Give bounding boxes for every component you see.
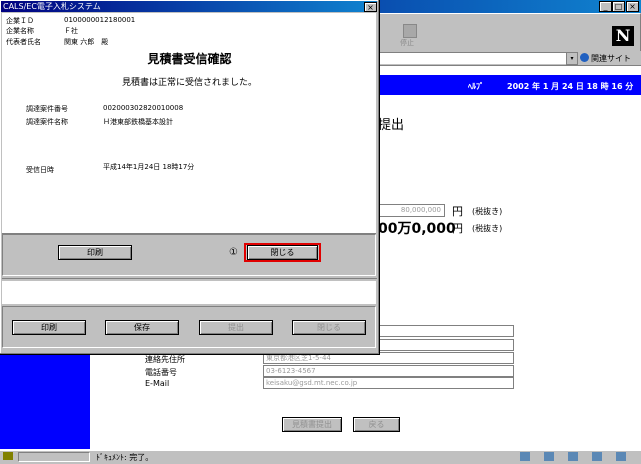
representative-value: 関東 六郎 殿 — [64, 38, 109, 46]
procurement-name-value: Ｈ港東部鉄橋基本設計 — [103, 118, 173, 126]
company-name-value: Ｆ社 — [64, 27, 78, 35]
dialog-divider — [2, 278, 377, 279]
bottom-print-button[interactable]: 印刷 — [12, 320, 86, 335]
left-blue-panel — [0, 353, 90, 449]
maximize-button[interactable]: □ — [612, 1, 625, 12]
contact-phone-field[interactable]: 03-6123-4567 — [263, 365, 514, 377]
company-name-label: 企業名称 — [6, 27, 34, 35]
help-link[interactable]: ﾍﾙﾌﾟ — [468, 81, 484, 92]
stop-label: 停止 — [400, 39, 414, 47]
procurement-number-label: 調達案件番号 — [26, 105, 68, 113]
security-icon[interactable] — [3, 452, 13, 460]
tax-note: (税抜き) — [472, 207, 503, 216]
step-marker: ① — [229, 247, 238, 258]
contact-label-address: 連絡先住所 — [145, 355, 185, 364]
dialog-window: CALS/EC電子入札システム × 企業ＩＤ 0100000012180001 … — [0, 0, 380, 355]
progress-indicator — [18, 452, 90, 462]
procurement-number-value: 002000302820010008 — [103, 104, 184, 112]
company-id-value: 0100000012180001 — [64, 16, 136, 24]
procurement-name-label: 調達案件名称 — [26, 118, 68, 126]
url-input[interactable] — [379, 52, 567, 64]
company-id-label: 企業ＩＤ — [6, 17, 34, 25]
bottom-close-button[interactable]: 閉じる — [292, 320, 366, 335]
browser-close-button[interactable]: × — [626, 1, 639, 12]
minimize-button[interactable]: _ — [599, 1, 612, 12]
amount-total: 00万0,000 — [378, 221, 456, 237]
bottom-save-button[interactable]: 保存 — [105, 320, 179, 335]
print-button[interactable]: 印刷 — [58, 245, 132, 260]
component-bar-icons[interactable] — [520, 452, 638, 461]
dialog-heading: 見積書受信確認 — [147, 52, 232, 66]
received-datetime-value: 平成14年1月24日 18時17分 — [103, 163, 195, 171]
close-button[interactable]: 閉じる — [247, 245, 318, 260]
amount-input[interactable]: 80,000,000 — [378, 204, 445, 217]
contact-label-email: E-Mail — [145, 379, 170, 388]
stop-icon[interactable] — [403, 24, 417, 38]
amount-total-unit: 円 — [452, 222, 463, 235]
header-date: 2002 年 1 月 24 日 18 時 16 分 — [507, 82, 634, 91]
tax-note-2: (税抜き) — [472, 224, 503, 233]
representative-label: 代表者氏名 — [6, 38, 41, 46]
related-sites-link[interactable]: 関連サイト — [591, 53, 631, 64]
dialog-blank-strip — [2, 281, 376, 304]
contact-email-field[interactable]: keisaku@gsd.mt.nec.co.jp — [263, 377, 514, 389]
dialog-message: 見積書は正常に受信されました。 — [121, 78, 257, 88]
page-heading: 提出 — [378, 118, 405, 133]
submit-quote-button[interactable]: 見積書提出 — [282, 417, 342, 432]
dialog-close-button[interactable]: × — [364, 2, 377, 12]
received-datetime-label: 受信日時 — [26, 166, 54, 174]
dialog-title: CALS/EC電子入札システム — [3, 2, 101, 11]
back-button[interactable]: 戻る — [353, 417, 400, 432]
status-text: ﾄﾞｷｭﾒﾝﾄ: 完了。 — [96, 453, 154, 462]
url-dropdown-button[interactable]: ▾ — [566, 52, 578, 65]
netscape-logo-icon: N — [612, 26, 634, 46]
amount-unit: 円 — [452, 205, 463, 218]
bottom-submit-button[interactable]: 提出 — [199, 320, 273, 335]
related-sites-icon[interactable] — [580, 53, 589, 62]
contact-label-phone: 電話番号 — [145, 368, 177, 377]
